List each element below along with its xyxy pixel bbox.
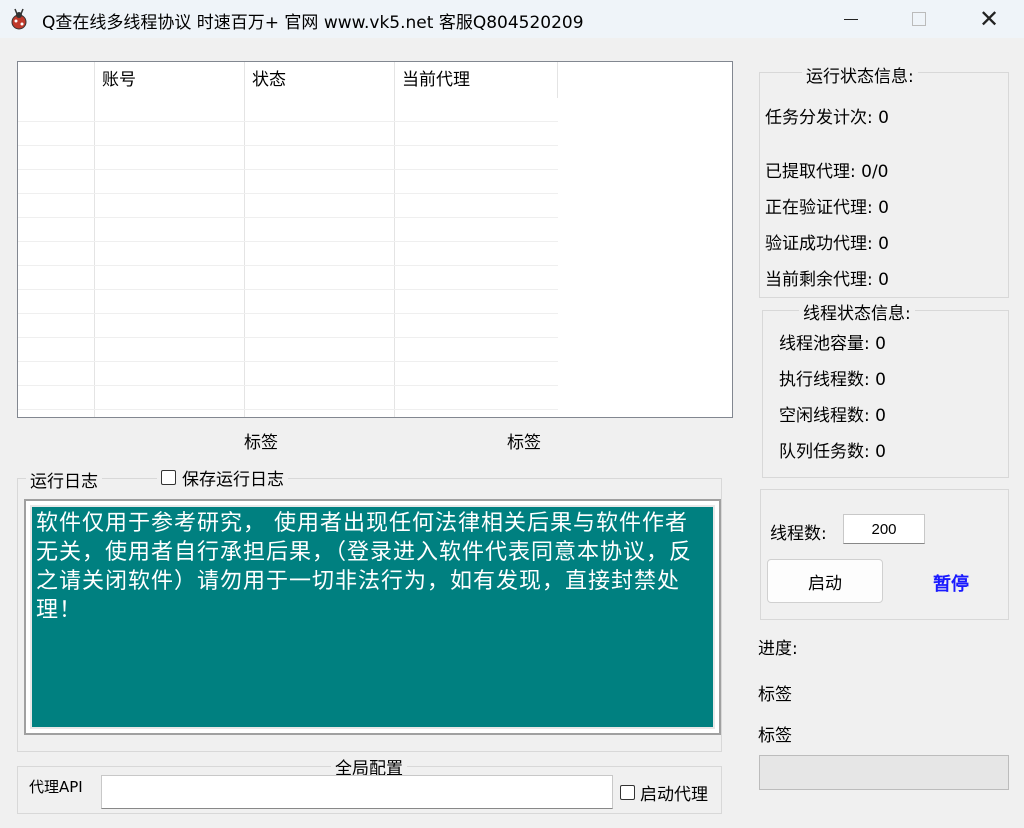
proxy-api-label: 代理API (29, 778, 83, 796)
log-output[interactable]: 软件仅用于参考研究， 使用者出现任何法律相关后果与软件作者无关，使用者自行承担后… (30, 505, 715, 729)
thread-status-title: 线程状态信息: (799, 299, 915, 324)
pause-button[interactable]: 暂停 (933, 570, 969, 596)
close-icon: ✕ (978, 5, 1000, 33)
column-header-proxy[interactable]: 当前代理 (394, 62, 558, 98)
column-divider (394, 62, 395, 417)
save-log-checkbox-row[interactable]: 保存运行日志 (157, 465, 288, 490)
row-gridline (18, 193, 558, 194)
tag-label-1: 标签 (244, 433, 278, 453)
account-table[interactable]: 账号 状态 当前代理 (17, 61, 733, 418)
idle-thread-count: 空闲线程数: 0 (779, 406, 886, 426)
enable-proxy-row[interactable]: 启动代理 (620, 780, 708, 805)
window-title: Q查在线多线程协议 时速百万+ 官网 www.vk5.net 客服Q804520… (42, 13, 584, 33)
verifying-proxy-count: 正在验证代理: 0 (765, 198, 889, 218)
enable-proxy-label: 启动代理 (640, 785, 708, 805)
start-button[interactable]: 启动 (767, 559, 883, 603)
row-gridline (18, 121, 558, 122)
progress-bar (759, 755, 1009, 790)
thread-count-input[interactable] (843, 514, 925, 544)
maximize-button[interactable] (896, 0, 942, 38)
queue-task-count: 队列任务数: 0 (779, 442, 886, 462)
table-header: 账号 状态 当前代理 (18, 62, 732, 98)
row-gridline (18, 217, 558, 218)
proxy-api-input[interactable] (101, 775, 613, 809)
row-gridline (18, 337, 558, 338)
task-dispatch-count: 任务分发计次: 0 (765, 108, 889, 128)
row-gridline (18, 289, 558, 290)
progress-label: 进度: (758, 639, 798, 659)
row-gridline (18, 169, 558, 170)
column-header-index[interactable] (18, 62, 94, 98)
column-divider (244, 62, 245, 417)
enable-proxy-checkbox[interactable] (620, 785, 635, 800)
log-group-title: 运行日志 (26, 467, 102, 492)
row-gridline (18, 409, 558, 410)
row-gridline (18, 361, 558, 362)
column-header-extra[interactable] (558, 62, 732, 98)
fetched-proxy-count: 已提取代理: 0/0 (765, 162, 889, 182)
progress-tag-1: 标签 (758, 685, 792, 705)
thread-pool-capacity: 线程池容量: 0 (779, 334, 886, 354)
row-gridline (18, 265, 558, 266)
column-divider (94, 62, 95, 417)
verified-proxy-count: 验证成功代理: 0 (765, 234, 889, 254)
row-gridline (18, 241, 558, 242)
row-gridline (18, 385, 558, 386)
tag-label-2: 标签 (507, 433, 541, 453)
running-thread-count: 执行线程数: 0 (779, 370, 886, 390)
row-gridline (18, 145, 558, 146)
save-log-checkbox[interactable] (161, 470, 176, 485)
column-divider (557, 62, 558, 98)
progress-tag-2: 标签 (758, 726, 792, 746)
remaining-proxy-count: 当前剩余代理: 0 (765, 270, 889, 290)
maximize-icon (912, 12, 926, 26)
thread-count-label: 线程数: (770, 524, 827, 544)
row-gridline (18, 313, 558, 314)
app-bug-icon (8, 7, 30, 31)
close-button[interactable]: ✕ (966, 0, 1012, 38)
save-log-label: 保存运行日志 (182, 470, 284, 490)
log-output-frame: 软件仅用于参考研究， 使用者出现任何法律相关后果与软件作者无关，使用者自行承担后… (24, 499, 721, 735)
minimize-icon (844, 18, 858, 20)
minimize-button[interactable] (828, 0, 874, 38)
run-status-title: 运行状态信息: (802, 62, 918, 87)
column-header-account[interactable]: 账号 (94, 62, 244, 98)
column-header-status[interactable]: 状态 (244, 62, 394, 98)
